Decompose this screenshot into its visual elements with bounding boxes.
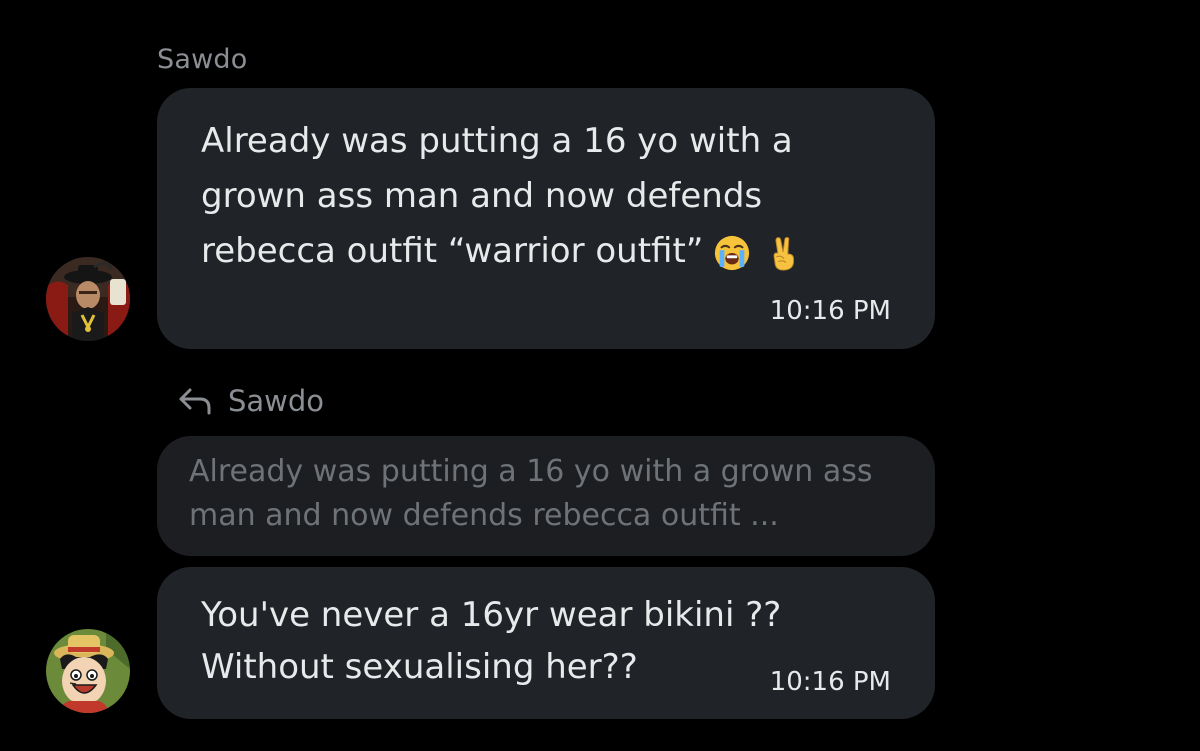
emoji-group (713, 234, 803, 272)
loudly-crying-face-icon (715, 235, 750, 270)
reply-message-text: You've never a 16yr wear bikini ?? Witho… (201, 595, 782, 687)
reply-message-bubble[interactable]: You've never a 16yr wear bikini ?? Witho… (157, 567, 935, 719)
avatar-image (46, 629, 130, 713)
message-text: Already was putting a 16 yo with a grown… (201, 121, 793, 271)
reply-arrow-icon (179, 388, 211, 415)
quoted-message-text: Already was putting a 16 yo with a grown… (189, 454, 873, 533)
reply-to-name: Sawdo (228, 384, 325, 418)
message-text-container: Already was putting a 16 yo with a grown… (201, 114, 881, 279)
sender-name: Sawdo (157, 44, 248, 75)
message-bubble[interactable]: Already was putting a 16 yo with a grown… (157, 88, 935, 349)
reply-header: Sawdo (178, 384, 324, 418)
quoted-message[interactable]: Already was putting a 16 yo with a grown… (157, 436, 935, 556)
message-timestamp: 10:16 PM (769, 296, 891, 326)
reply-message-timestamp: 10:16 PM (769, 667, 891, 697)
victory-hand-icon (773, 236, 795, 271)
avatar-image (46, 257, 130, 341)
avatar-sender[interactable] (46, 257, 130, 341)
avatar-replier[interactable] (46, 629, 130, 713)
